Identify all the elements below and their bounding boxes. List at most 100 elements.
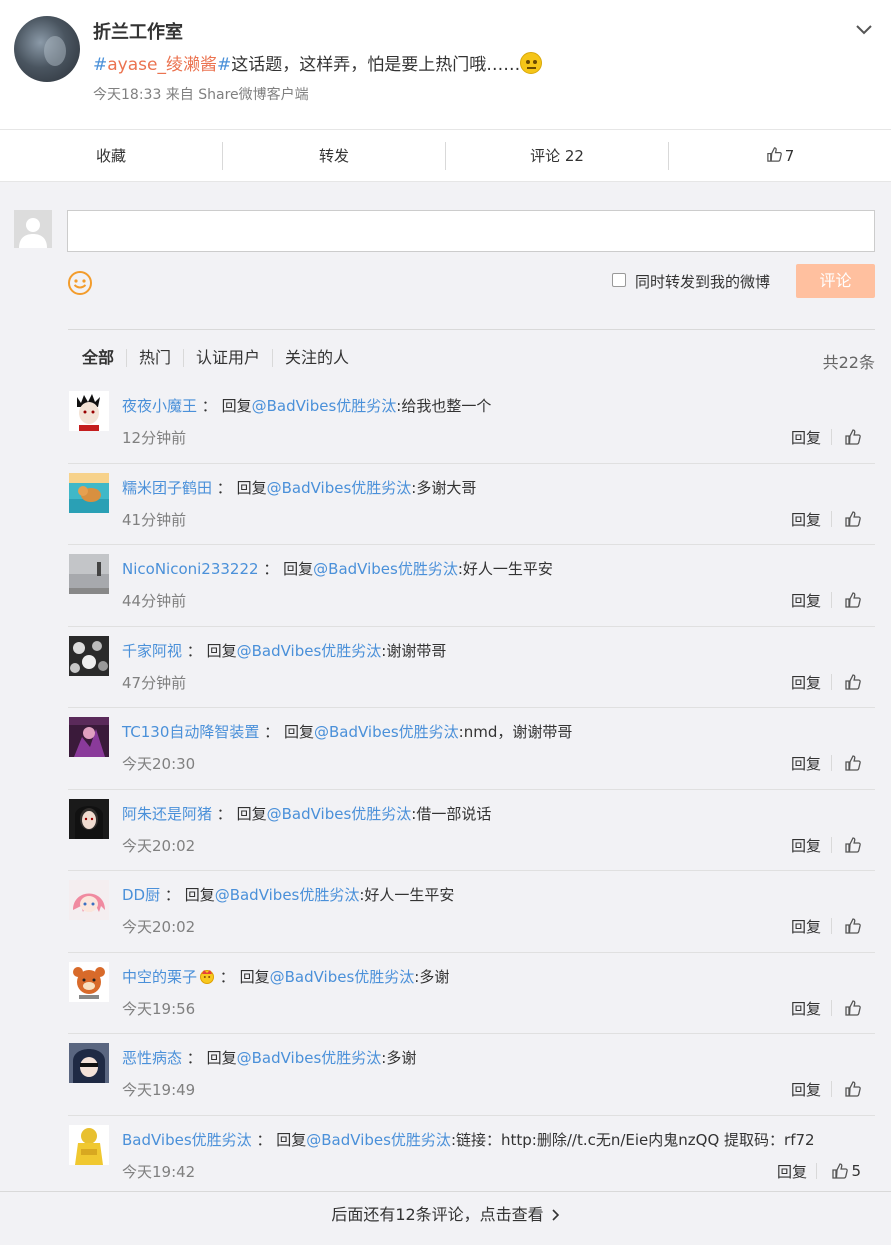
commenter-name[interactable]: BadVibes优胜劣汰 (122, 1131, 252, 1149)
thumb-up-icon[interactable] (831, 1162, 849, 1180)
topic-hash-open[interactable]: # (93, 55, 107, 75)
favorite-button[interactable]: 收藏 (0, 142, 222, 170)
comment-body: :好人一生平安 (457, 560, 553, 578)
reply-button[interactable]: 回复 (791, 1079, 821, 1100)
commenter-avatar[interactable] (69, 472, 109, 513)
divider (831, 673, 832, 690)
mention-link[interactable]: @BadVibes优胜劣汰 (252, 397, 397, 415)
thumb-up-icon[interactable] (844, 999, 862, 1017)
comment-time: 47分钟前 (122, 673, 187, 692)
commenter-name[interactable]: DD厨 (122, 886, 160, 904)
author-avatar[interactable] (14, 16, 80, 82)
reply-button[interactable]: 回复 (791, 916, 821, 937)
commenter-name[interactable]: 阿朱还是阿猪 (122, 805, 212, 823)
thumb-up-icon[interactable] (844, 428, 862, 446)
user-placeholder-icon (14, 210, 52, 248)
comment-item: 夜夜小魔王 ： 回复@BadVibes优胜劣汰:给我也整一个 12分钟前 回复 (68, 382, 875, 464)
comment-body: :多谢 (381, 1049, 417, 1067)
reply-prefix: 回复 (206, 641, 237, 660)
reply-button[interactable]: 回复 (791, 427, 821, 448)
reply-prefix: 回复 (236, 478, 267, 497)
mention-link[interactable]: @BadVibes优胜劣汰 (314, 723, 459, 741)
mention-link[interactable]: @BadVibes优胜劣汰 (270, 968, 415, 986)
commenter-avatar[interactable] (69, 798, 109, 839)
commenter-avatar[interactable] (69, 635, 109, 676)
comment-button[interactable]: 评论 22 (445, 141, 668, 170)
comment-time: 今天20:30 (122, 755, 196, 773)
reply-button[interactable]: 回复 (791, 998, 821, 1019)
mention-link[interactable]: @BadVibes优胜劣汰 (267, 479, 412, 497)
tab-all[interactable]: 全部 (82, 349, 126, 367)
reply-button[interactable]: 回复 (791, 509, 821, 530)
comment-text: 糯米团子鹤田 ： 回复@BadVibes优胜劣汰:多谢大哥 (122, 477, 476, 498)
commenter-avatar[interactable] (69, 717, 109, 757)
comment-time: 44分钟前 (122, 592, 187, 610)
reply-prefix: 回复 (184, 886, 215, 904)
mention-link[interactable]: @BadVibes优胜劣汰 (237, 1049, 382, 1067)
comment-item: BadVibes优胜劣汰 ： 回复@BadVibes优胜劣汰:链接：http:删… (68, 1116, 875, 1198)
comment-text: 中空的栗子 ： 回复@BadVibes优胜劣汰:多谢 (122, 966, 449, 987)
commenter-avatar[interactable] (69, 554, 109, 594)
divider (68, 329, 875, 330)
like-button[interactable]: 7 (668, 141, 891, 170)
mention-link[interactable]: @BadVibes优胜劣汰 (313, 560, 458, 578)
separator: ： (201, 397, 217, 415)
reply-button[interactable]: 回复 (791, 672, 821, 693)
commenter-avatar[interactable] (69, 1043, 109, 1083)
commenter-avatar[interactable] (69, 391, 109, 431)
commenter-name[interactable]: 糯米团子鹤田 (122, 479, 212, 497)
mention-link[interactable]: @BadVibes优胜劣汰 (267, 805, 412, 823)
comment-time: 12分钟前 (122, 429, 187, 447)
comment-text: NicoNiconi233222 ： 回复@BadVibes优胜劣汰:好人一生平… (122, 558, 553, 579)
smile-icon[interactable] (67, 270, 93, 296)
commenter-name[interactable]: NicoNiconi233222 (122, 560, 259, 578)
post-body: 这话题，这样弄，怕是要上热门哦…… (231, 55, 521, 75)
tab-verified[interactable]: 认证用户 (183, 349, 272, 367)
thumb-up-icon[interactable] (844, 673, 862, 691)
mention-link[interactable]: @BadVibes优胜劣汰 (215, 886, 360, 904)
commenter-avatar[interactable] (69, 1124, 109, 1165)
author-name[interactable]: 折兰工作室 (93, 18, 183, 44)
forward-label: 转发 (318, 146, 349, 165)
action-bar: 收藏 转发 评论 22 7 (0, 130, 891, 182)
forward-button[interactable]: 转发 (222, 141, 445, 170)
thumb-up-icon[interactable] (844, 836, 862, 854)
reply-button[interactable]: 回复 (791, 590, 821, 611)
mention-link[interactable]: @BadVibes优胜劣汰 (306, 1131, 451, 1149)
reply-prefix: 回复 (236, 804, 267, 823)
commenter-name[interactable]: 中空的栗子 (122, 968, 197, 986)
thumb-up-icon[interactable] (844, 591, 862, 609)
separator: ： (186, 641, 202, 660)
tab-hot[interactable]: 热门 (126, 349, 183, 367)
load-more-comments[interactable]: 后面还有12条评论，点击查看 (0, 1191, 891, 1237)
commenter-avatar[interactable] (69, 961, 109, 1002)
commenter-name[interactable]: 夜夜小魔王 (122, 397, 197, 415)
topic-hash-close[interactable]: # (217, 55, 231, 75)
tab-following[interactable]: 关注的人 (272, 349, 361, 367)
topic-link[interactable]: ayase_绫濑酱 (107, 55, 217, 75)
comment-body: :多谢 (414, 967, 450, 986)
reply-button[interactable]: 回复 (791, 753, 821, 774)
comment-input[interactable] (67, 210, 875, 252)
thumb-up-icon[interactable] (844, 510, 862, 528)
commenter-avatar[interactable] (69, 880, 109, 920)
separator: ： (186, 1049, 202, 1067)
separator: ： (219, 967, 235, 986)
forward-checkbox-label[interactable]: 同时转发到我的微博 (635, 271, 770, 292)
thumb-up-icon[interactable] (844, 754, 862, 772)
commenter-name[interactable]: TC130自动降智装置 (122, 723, 259, 741)
reply-button[interactable]: 回复 (791, 835, 821, 856)
separator: ： (264, 723, 280, 741)
divider (831, 510, 832, 527)
commenter-name[interactable]: 恶性病态 (122, 1049, 182, 1067)
forward-checkbox[interactable] (612, 273, 626, 287)
commenter-name[interactable]: 千家阿视 (122, 642, 182, 660)
thumb-up-icon[interactable] (844, 1080, 862, 1098)
chevron-down-icon[interactable] (855, 20, 873, 38)
submit-comment-button[interactable]: 评论 (796, 264, 875, 298)
reply-button[interactable]: 回复 (777, 1161, 807, 1182)
crown-icon (200, 969, 215, 984)
thumb-up-icon (766, 146, 782, 162)
mention-link[interactable]: @BadVibes优胜劣汰 (237, 642, 382, 660)
thumb-up-icon[interactable] (844, 917, 862, 935)
